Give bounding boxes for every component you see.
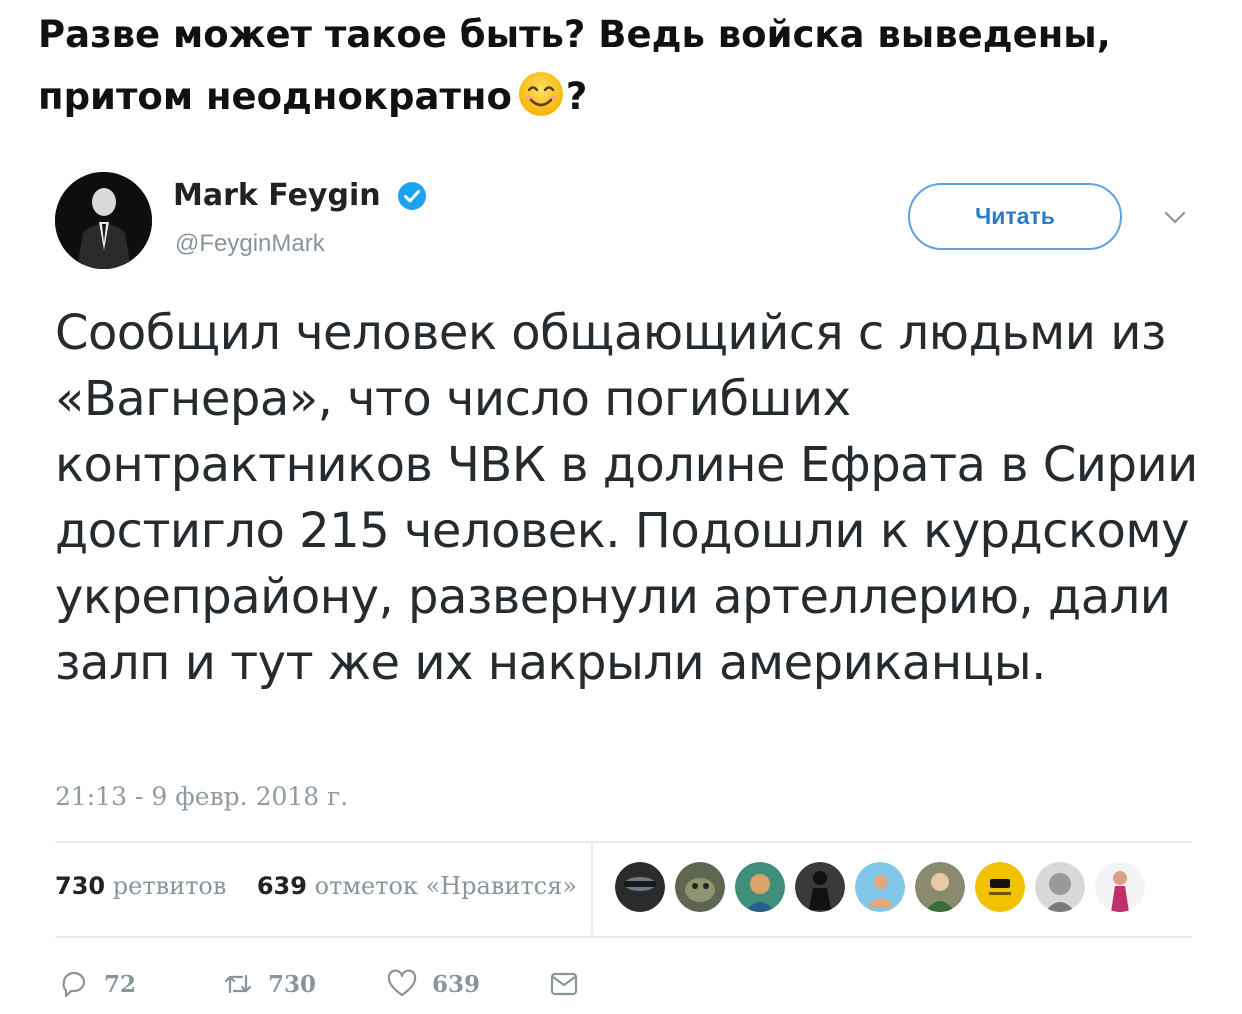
post-line-1: Разве может такое быть? Ведь войска выве…	[38, 13, 1111, 56]
author-name[interactable]: Mark Feygin	[173, 178, 381, 213]
message-action[interactable]	[548, 968, 580, 1000]
liker-avatar[interactable]	[675, 862, 725, 912]
liker-avatar[interactable]	[915, 862, 965, 912]
avatar-portrait-icon	[55, 172, 152, 269]
post-text: Разве может такое быть? Ведь войска выве…	[38, 4, 1218, 128]
reply-icon	[62, 971, 86, 998]
liker-avatar[interactable]	[1035, 862, 1085, 912]
liker-avatar[interactable]	[855, 862, 905, 912]
post-line-2-end: ?	[565, 75, 588, 118]
heart-icon	[387, 969, 417, 997]
like-action[interactable]: 639	[386, 968, 480, 1000]
follow-button[interactable]: Читать	[908, 183, 1122, 250]
post-line-2-text: притом неоднократно	[38, 75, 512, 118]
post-line-2: притом неоднократно ?	[38, 66, 1218, 128]
reply-action[interactable]: 72	[58, 968, 136, 1000]
divider-vertical	[591, 843, 593, 935]
liker-avatar[interactable]	[795, 862, 845, 912]
liker-avatar[interactable]	[615, 862, 665, 912]
like-count: 639	[432, 970, 481, 998]
reply-count: 72	[104, 970, 137, 998]
tweet-text: Сообщил человек общающийся с людьми из «…	[55, 305, 1198, 691]
retweet-action[interactable]: 730	[222, 968, 316, 1000]
smiling-face-emoji-icon	[518, 72, 563, 116]
retweets-label[interactable]: ретвитов	[113, 872, 227, 900]
tweet-stats: 730 ретвитов 639 отметок «Нравится»	[55, 872, 577, 900]
likes-label[interactable]: отметок «Нравится»	[315, 872, 577, 900]
divider-bottom	[55, 936, 1192, 938]
author-handle[interactable]: @FeyginMark	[175, 230, 325, 258]
divider-top	[55, 841, 1192, 843]
retweets-count[interactable]: 730	[55, 872, 105, 900]
likes-count[interactable]: 639	[257, 872, 307, 900]
tweet-timestamp[interactable]: 21:13 - 9 февр. 2018 г.	[55, 782, 348, 811]
envelope-icon	[550, 972, 578, 996]
author-avatar[interactable]	[55, 172, 152, 269]
chevron-down-icon[interactable]	[1163, 210, 1187, 226]
liker-avatar[interactable]	[735, 862, 785, 912]
retweet-count: 730	[268, 970, 317, 998]
verified-badge-icon	[398, 182, 426, 210]
liker-avatar[interactable]	[1095, 862, 1145, 912]
liker-avatar[interactable]	[975, 862, 1025, 912]
retweet-icon	[224, 974, 252, 994]
